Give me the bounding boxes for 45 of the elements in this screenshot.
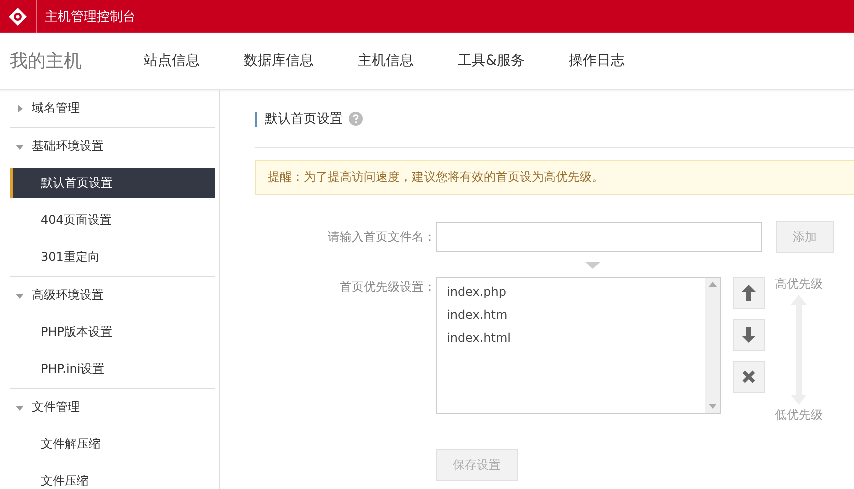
section-title: 默认首页设置 [255, 112, 343, 126]
nav-tab[interactable]: 操作日志 [568, 48, 625, 74]
sidebar-item[interactable]: 文件解压缩 [10, 426, 215, 463]
caret-right-icon [16, 104, 24, 112]
notice-message: 提醒：为了提高访问速度，建议您将有效的首页设为高优先级。 [255, 160, 854, 195]
caret-down-icon [16, 142, 24, 150]
sidebar-item[interactable]: PHP版本设置 [10, 314, 215, 351]
low-priority-label: 低优先级 [775, 407, 823, 424]
help-icon[interactable] [349, 112, 363, 126]
arrow-up-icon [742, 285, 756, 301]
caret-down-icon [16, 292, 24, 300]
nav-tab[interactable]: 站点信息 [144, 48, 200, 74]
close-icon [742, 370, 756, 384]
move-down-button[interactable] [733, 319, 765, 351]
console-title: 主机管理控制台 [45, 8, 136, 26]
arrow-down-icon [742, 327, 756, 343]
caret-down-icon [585, 262, 601, 268]
nav-tab[interactable]: 工具&服务 [458, 48, 525, 74]
file-listbox[interactable]: index.php index.htm index.html [436, 277, 721, 414]
sidebar-group[interactable]: 文件管理 [10, 389, 215, 426]
sidebar-item[interactable]: 301重定向 [10, 239, 215, 276]
file-list-item[interactable]: index.php [447, 281, 695, 304]
sidebar-item[interactable]: PHP.ini设置 [10, 351, 215, 388]
sidebar-group[interactable]: 高级环境设置 [10, 277, 215, 314]
filename-input[interactable] [436, 222, 762, 252]
sidebar-item[interactable]: 默认首页设置 [10, 168, 215, 198]
nav-tab[interactable]: 数据库信息 [244, 48, 314, 74]
file-list-item[interactable]: index.html [447, 327, 695, 350]
logo-icon [8, 6, 28, 26]
scroll-up-icon[interactable] [708, 282, 716, 287]
caret-down-icon [16, 404, 24, 412]
scroll-down-icon[interactable] [708, 404, 716, 409]
sidebar-group[interactable]: 基础环境设置 [10, 128, 215, 165]
move-up-button[interactable] [733, 277, 765, 309]
priority-label: 首页优先级设置： [339, 279, 436, 296]
scrollbar[interactable] [705, 278, 720, 413]
delete-button[interactable] [733, 361, 765, 393]
nav-tab[interactable]: 主机信息 [358, 48, 414, 74]
sidebar-item[interactable]: 404页面设置 [10, 202, 215, 239]
file-list-item[interactable]: index.htm [447, 304, 695, 327]
sidebar-item[interactable]: 文件压缩 [10, 463, 215, 489]
filename-label: 请输入首页文件名： [327, 228, 436, 246]
brand-title: 我的主机 [10, 50, 83, 73]
sidebar-group[interactable]: 域名管理 [10, 90, 215, 127]
high-priority-label: 高优先级 [775, 276, 823, 293]
